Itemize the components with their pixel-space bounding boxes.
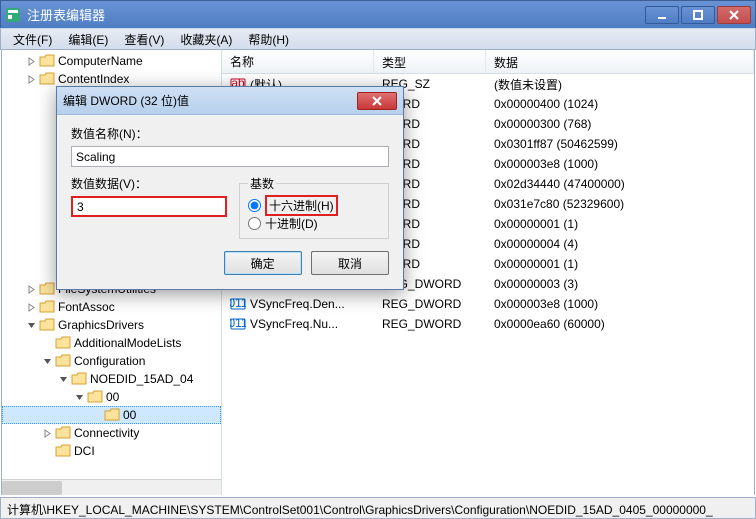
cell-data: 0x02d34440 (47400000) bbox=[486, 177, 754, 191]
tree-item[interactable]: 00 bbox=[2, 406, 221, 424]
cell-data: 0x031e7c80 (52329600) bbox=[486, 197, 754, 211]
tree-item[interactable]: NOEDID_15AD_04 bbox=[2, 370, 221, 388]
dialog-titlebar[interactable]: 编辑 DWORD (32 位)值 bbox=[57, 87, 403, 115]
tree-item[interactable]: FontAssoc bbox=[2, 298, 221, 316]
tree-item[interactable]: GraphicsDrivers bbox=[2, 316, 221, 334]
radio-dec-row[interactable]: 十进制(D) bbox=[248, 214, 380, 232]
radio-hex[interactable] bbox=[248, 199, 261, 212]
menu-help[interactable]: 帮助(H) bbox=[240, 29, 297, 50]
menu-edit[interactable]: 编辑(E) bbox=[60, 29, 116, 50]
radio-hex-label: 十六进制(H) bbox=[265, 195, 338, 216]
cell-data: 0x00000400 (1024) bbox=[486, 97, 754, 111]
tree-label: NOEDID_15AD_04 bbox=[90, 372, 193, 386]
tree-item[interactable]: ComputerName bbox=[2, 52, 221, 70]
cell-name: VSyncFreq.Nu... bbox=[250, 317, 338, 331]
cell-data: 0x00000004 (4) bbox=[486, 237, 754, 251]
cell-data: 0x000003e8 (1000) bbox=[486, 297, 754, 311]
list-row[interactable]: 011 VSyncFreq.Nu... REG_DWORD0x0000ea60 (6… bbox=[222, 314, 754, 334]
svg-text:011: 011 bbox=[230, 296, 246, 310]
col-header-type[interactable]: 类型 bbox=[374, 50, 486, 73]
tree-label: Configuration bbox=[74, 354, 145, 368]
tree-label: FontAssoc bbox=[58, 300, 115, 314]
radio-dec[interactable] bbox=[248, 217, 261, 230]
value-data-field[interactable] bbox=[71, 196, 227, 217]
tree-label: ContentIndex bbox=[58, 72, 129, 86]
cell-type: REG_DWORD bbox=[374, 297, 486, 311]
tree-label: 00 bbox=[123, 408, 136, 422]
col-header-data[interactable]: 数据 bbox=[486, 50, 754, 73]
value-name-field[interactable] bbox=[71, 146, 389, 167]
status-path: 计算机\HKEY_LOCAL_MACHINE\SYSTEM\ControlSet… bbox=[7, 503, 713, 517]
menu-view[interactable]: 查看(V) bbox=[116, 29, 172, 50]
value-data-label: 数值数据(V)： bbox=[71, 175, 227, 192]
statusbar: 计算机\HKEY_LOCAL_MACHINE\SYSTEM\ControlSet… bbox=[0, 497, 756, 519]
value-name-label: 数值名称(N)： bbox=[71, 125, 389, 142]
tree-item[interactable]: AdditionalModeLists bbox=[2, 334, 221, 352]
dialog-close-button[interactable] bbox=[357, 92, 397, 110]
window-titlebar: 注册表编辑器 bbox=[0, 0, 756, 28]
cell-type: REG_DWORD bbox=[374, 317, 486, 331]
app-icon bbox=[5, 7, 21, 23]
tree-label: 00 bbox=[106, 390, 119, 404]
tree-hscrollbar[interactable] bbox=[2, 479, 221, 495]
base-fieldset: 基数 十六进制(H) 十进制(D) bbox=[239, 175, 389, 239]
cell-data: 0x00000003 (3) bbox=[486, 277, 754, 291]
menubar: 文件(F) 编辑(E) 查看(V) 收藏夹(A) 帮助(H) bbox=[0, 28, 756, 50]
radio-dec-label: 十进制(D) bbox=[265, 215, 318, 232]
cell-data: 0x0000ea60 (60000) bbox=[486, 317, 754, 331]
close-button[interactable] bbox=[717, 6, 751, 24]
svg-text:011: 011 bbox=[230, 316, 246, 330]
tree-label: GraphicsDrivers bbox=[58, 318, 144, 332]
cell-data: (数值未设置) bbox=[486, 76, 754, 93]
tree-item[interactable]: 00 bbox=[2, 388, 221, 406]
minimize-button[interactable] bbox=[645, 6, 679, 24]
cell-data: 0x00000001 (1) bbox=[486, 217, 754, 231]
tree-item[interactable]: Connectivity bbox=[2, 424, 221, 442]
tree-label: AdditionalModeLists bbox=[74, 336, 181, 350]
dialog-title: 编辑 DWORD (32 位)值 bbox=[63, 92, 357, 109]
ok-button[interactable]: 确定 bbox=[224, 251, 302, 275]
cell-data: 0x0301ff87 (50462599) bbox=[486, 137, 754, 151]
list-row[interactable]: 011 VSyncFreq.Den... REG_DWORD0x000003e8 (… bbox=[222, 294, 754, 314]
tree-item[interactable]: DCI bbox=[2, 442, 221, 460]
maximize-button[interactable] bbox=[681, 6, 715, 24]
tree-label: ComputerName bbox=[58, 54, 143, 68]
base-legend: 基数 bbox=[248, 175, 276, 192]
cell-name: VSyncFreq.Den... bbox=[250, 297, 345, 311]
cancel-button[interactable]: 取消 bbox=[311, 251, 389, 275]
cell-data: 0x00000300 (768) bbox=[486, 117, 754, 131]
menu-file[interactable]: 文件(F) bbox=[5, 29, 60, 50]
tree-label: Connectivity bbox=[74, 426, 139, 440]
tree-label: DCI bbox=[74, 444, 95, 458]
menu-favorites[interactable]: 收藏夹(A) bbox=[172, 29, 240, 50]
cell-data: 0x000003e8 (1000) bbox=[486, 157, 754, 171]
list-header: 名称 类型 数据 bbox=[222, 50, 754, 74]
edit-dword-dialog: 编辑 DWORD (32 位)值 数值名称(N)： 数值数据(V)： 基数 十六… bbox=[56, 86, 404, 290]
cell-data: 0x00000001 (1) bbox=[486, 257, 754, 271]
radio-hex-row[interactable]: 十六进制(H) bbox=[248, 196, 380, 214]
tree-item[interactable]: Configuration bbox=[2, 352, 221, 370]
window-title: 注册表编辑器 bbox=[27, 5, 643, 24]
col-header-name[interactable]: 名称 bbox=[222, 50, 374, 73]
